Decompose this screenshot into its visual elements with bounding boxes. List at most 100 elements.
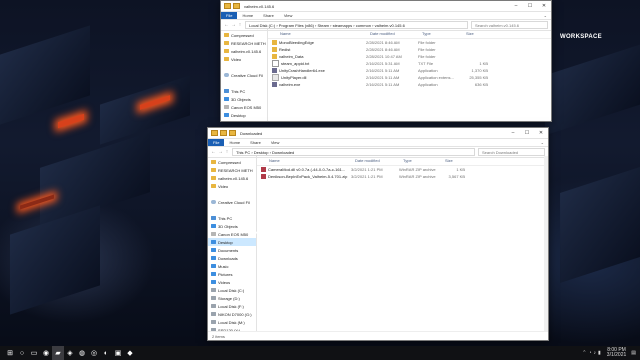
nav-item[interactable]: Local Disk (F:): [208, 302, 256, 310]
close-button[interactable]: ✕: [534, 128, 548, 138]
explorer-window-valheim[interactable]: valheim.v0.145.6 – ☐ ✕ File Home Share V…: [220, 0, 552, 122]
maximize-button[interactable]: ☐: [523, 1, 537, 11]
file-row[interactable]: steam_appid.txt 2/16/2021 5:31 AM TXT File…: [268, 60, 551, 67]
back-arrow-icon[interactable]: ←: [224, 22, 229, 28]
nav-item[interactable]: Local Disk (C:): [208, 286, 256, 294]
column-name[interactable]: Name: [257, 158, 355, 163]
nav-item[interactable]: Canon EOS M50: [221, 103, 267, 111]
file-row[interactable]: MonoBleedingEdge 2/28/2021 8:46 AM File fo…: [268, 39, 551, 46]
nav-item[interactable]: 3D Objects: [208, 222, 256, 230]
column-size[interactable]: Size: [466, 31, 492, 36]
file-row[interactable]: UnityCrashHandler64.exe 2/16/2021 5:11 AM…: [268, 67, 551, 74]
nav-item[interactable]: Video: [208, 182, 256, 190]
maximize-button[interactable]: ☐: [520, 128, 534, 138]
nav-item[interactable]: Documents: [221, 119, 267, 122]
network-icon[interactable]: ◔: [589, 350, 592, 356]
nav-item[interactable]: Compressed: [208, 158, 256, 166]
address-bar[interactable]: This PC › Desktop › Downloaded: [232, 148, 475, 156]
app-icon-3[interactable]: ◎: [88, 346, 100, 360]
file-explorer-icon[interactable]: ▰: [52, 346, 64, 360]
app-icon-1[interactable]: ◈: [64, 346, 76, 360]
search-input[interactable]: Search Downloaded: [478, 148, 545, 156]
file-list: Name Date modified Type Size CameraMod.d…: [257, 156, 548, 340]
search-icon[interactable]: ○: [16, 346, 28, 360]
clock[interactable]: 8:00 PM 3/1/2021: [607, 348, 626, 358]
task-view-icon[interactable]: ▭: [28, 346, 40, 360]
nav-item[interactable]: This PC: [208, 214, 256, 222]
nav-item[interactable]: Compressed: [221, 31, 267, 39]
nav-item[interactable]: Canon EOS M50: [208, 230, 256, 238]
volume-icon[interactable]: ♪: [594, 350, 597, 356]
nav-item[interactable]: Video: [221, 55, 267, 63]
back-arrow-icon[interactable]: ←: [211, 149, 216, 155]
chrome-icon[interactable]: ◉: [40, 346, 52, 360]
file-row[interactable]: valheim_Data 2/28/2021 10:47 AM File folde…: [268, 53, 551, 60]
nav-item[interactable]: Desktop: [208, 238, 256, 246]
ribbon-tab-home[interactable]: Home: [237, 12, 258, 19]
column-size[interactable]: Size: [445, 158, 469, 163]
title-bar[interactable]: Downloaded – ☐ ✕: [208, 128, 548, 139]
nav-item[interactable]: RESEARCH METH: [208, 166, 256, 174]
nav-item[interactable]: Storage (D:): [208, 294, 256, 302]
vertical-scrollbar[interactable]: [544, 156, 548, 332]
nav-item[interactable]: Local Disk (M:): [208, 318, 256, 326]
nav-item[interactable]: NIKON D7000 (G:): [208, 310, 256, 318]
nav-item[interactable]: Documents: [208, 246, 256, 254]
title-bar[interactable]: valheim.v0.145.6 – ☐ ✕: [221, 1, 551, 12]
explorer-window-downloaded[interactable]: Downloaded – ☐ ✕ File Home Share View ⌄ …: [207, 127, 549, 341]
close-button[interactable]: ✕: [537, 1, 551, 11]
battery-icon[interactable]: ▮: [598, 350, 601, 356]
quick-access-icon[interactable]: [233, 3, 240, 9]
ribbon-tab-view[interactable]: View: [279, 12, 298, 19]
start-icon[interactable]: ⊞: [4, 346, 16, 360]
app-icon-2[interactable]: ◍: [76, 346, 88, 360]
folder-icon: [211, 130, 218, 136]
ribbon-tab-share[interactable]: Share: [245, 139, 266, 146]
column-date[interactable]: Date modified: [355, 158, 403, 163]
minimize-button[interactable]: –: [509, 1, 523, 11]
file-row[interactable]: valheim.exe 2/16/2021 5:11 AM Application 6…: [268, 81, 551, 88]
quick-access-icon[interactable]: [220, 130, 227, 136]
file-row[interactable]: UnityPlayer.dll 2/16/2021 5:11 AM Applicat…: [268, 74, 551, 81]
ribbon-tab-home[interactable]: Home: [224, 139, 245, 146]
nav-item[interactable]: Videos: [208, 278, 256, 286]
nav-item[interactable]: Creative Cloud Fil: [221, 71, 267, 79]
ribbon-tab-view[interactable]: View: [266, 139, 285, 146]
column-name[interactable]: Name: [268, 31, 370, 36]
chevron-down-icon[interactable]: ⌄: [541, 140, 548, 145]
nav-item[interactable]: Creative Cloud Fil: [208, 198, 256, 206]
folder-icon[interactable]: [229, 130, 236, 136]
nav-item[interactable]: Pictures: [208, 270, 256, 278]
nav-item[interactable]: valheim.v0.145.6: [221, 47, 267, 55]
app-icon-5[interactable]: ▣: [112, 346, 124, 360]
app-icon-4[interactable]: ◐: [100, 346, 112, 360]
file-row[interactable]: Denikson-BepInExPack_Valheim-5.4.701.zip…: [257, 173, 548, 180]
nav-item[interactable]: Downloads: [208, 254, 256, 262]
ribbon-tab-share[interactable]: Share: [258, 12, 279, 19]
notification-icon[interactable]: ▤: [631, 350, 636, 356]
file-row[interactable]: Redist 2/28/2021 8:46 AM File folder: [268, 46, 551, 53]
nav-item[interactable]: 3D Objects: [221, 95, 267, 103]
forward-arrow-icon[interactable]: →: [218, 149, 223, 155]
nav-item[interactable]: Desktop: [221, 111, 267, 119]
nav-item[interactable]: RESEARCH METH: [221, 39, 267, 47]
column-type[interactable]: Type: [403, 158, 445, 163]
forward-arrow-icon[interactable]: →: [231, 22, 236, 28]
chevron-down-icon[interactable]: ⌄: [544, 13, 551, 18]
column-date[interactable]: Date modified: [370, 31, 422, 36]
column-type[interactable]: Type: [422, 31, 466, 36]
nav-item[interactable]: Music: [208, 262, 256, 270]
nav-item[interactable]: This PC: [221, 87, 267, 95]
app-icon-6[interactable]: ◆: [124, 346, 136, 360]
chevron-up-icon[interactable]: ⌃: [582, 350, 586, 356]
blue-icon: [211, 272, 216, 276]
address-bar[interactable]: Local Disk (C:) › Program Files (x86) › …: [245, 21, 468, 29]
file-row[interactable]: CameraMod.dll v0.0.7a (-44-0-0-7a-c-161.…: [257, 166, 548, 173]
up-arrow-icon[interactable]: ↑: [225, 149, 229, 155]
minimize-button[interactable]: –: [506, 128, 520, 138]
ribbon-tab-file[interactable]: File: [221, 12, 238, 19]
search-input[interactable]: Search valheim.v0.145.6: [471, 21, 548, 29]
up-arrow-icon[interactable]: ↑: [238, 22, 242, 28]
ribbon-tab-file[interactable]: File: [208, 139, 225, 146]
nav-item[interactable]: valheim.v0.145.6: [208, 174, 256, 182]
